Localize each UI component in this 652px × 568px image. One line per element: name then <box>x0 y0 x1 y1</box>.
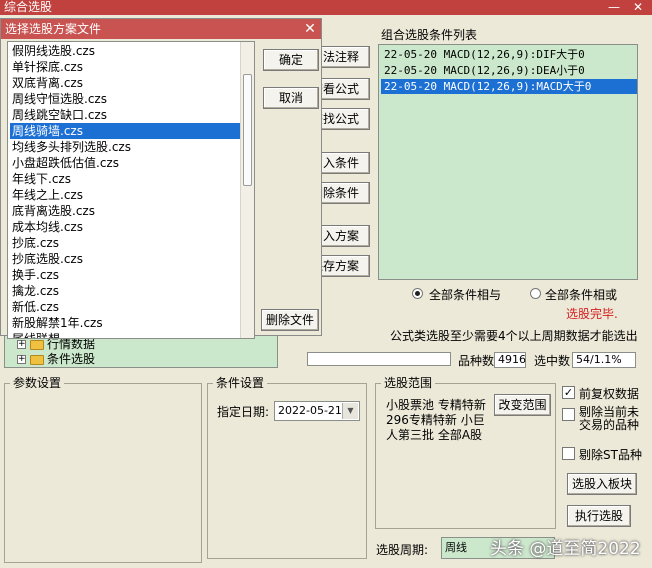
file-item[interactable]: 年线下.czs <box>10 171 240 187</box>
dialog-title: 选择选股方案文件 <box>5 22 102 36</box>
delete-file-button[interactable]: 删除文件 <box>261 309 319 331</box>
date-label: 指定日期: <box>217 405 270 419</box>
selected-value: 54/1.1% <box>572 352 636 368</box>
range-text: 小股票池 专精特新 296专精特新 小巨人第三批 全部A股 <box>386 398 486 442</box>
run-selection-button[interactable]: 执行选股 <box>567 505 631 527</box>
dialog-title-bar: 选择选股方案文件 <box>1 19 321 39</box>
date-picker[interactable]: 2022-05-21 ▼ <box>274 401 360 421</box>
count-label: 品种数 <box>458 354 495 368</box>
file-item[interactable]: 底背离选股.czs <box>10 203 240 219</box>
folder-icon <box>30 354 44 365</box>
condition-item[interactable]: 22-05-20 MACD(12,26,9):DEA小于0 <box>381 63 652 78</box>
pre-adjust-label: 前复权数据 <box>579 387 640 401</box>
file-item[interactable]: 假阴线选股.czs <box>10 43 240 59</box>
period-value: 周线 <box>445 541 467 554</box>
condition-list[interactable]: 22-05-20 MACD(12,26,9):DIF大于0 22-05-20 M… <box>378 44 638 280</box>
file-item[interactable]: 尾线联想 <box>10 331 240 338</box>
condition-list-title: 组合选股条件列表 <box>381 28 478 42</box>
file-item[interactable]: 均线多头排列选股.czs <box>10 139 240 155</box>
expand-icon[interactable]: + <box>17 340 26 349</box>
file-item[interactable]: 换手.czs <box>10 267 240 283</box>
all-or-label: 全部条件相或 <box>545 288 618 302</box>
tree-item-label: 行情数据 <box>47 337 96 351</box>
file-item[interactable]: 小盘超跌低估值.czs <box>10 155 240 171</box>
status-done: 选股完毕. <box>566 307 618 321</box>
chevron-down-icon[interactable]: ▼ <box>342 403 358 419</box>
close-icon[interactable]: ✕ <box>628 0 648 15</box>
tree-item-condition-select[interactable]: + 条件选股 <box>17 351 95 367</box>
folder-icon <box>30 339 44 350</box>
status-note: 公式类选股至少需要4个以上周期数据才能选出 <box>390 329 638 343</box>
count-value: 4916 <box>494 352 526 368</box>
file-list-scrollbar[interactable] <box>240 42 254 338</box>
range-title: 选股范围 <box>381 376 436 390</box>
scrollbar-thumb[interactable] <box>243 74 252 186</box>
dialog-close-icon[interactable]: ✕ <box>301 19 319 39</box>
file-item[interactable]: 擒龙.czs <box>10 283 240 299</box>
file-item[interactable]: 周线跳空缺口.czs <box>10 107 240 123</box>
all-and-radio[interactable] <box>412 288 423 299</box>
exclude-st-checkbox[interactable] <box>562 447 575 460</box>
file-item-selected[interactable]: 周线骑墙.czs <box>10 123 240 139</box>
app-title: 综合选股 <box>4 0 53 14</box>
file-item[interactable]: 抄底.czs <box>10 235 240 251</box>
plan-file-list[interactable]: 假阴线选股.czs 单针探底.czs 双底背离.czs 周线守恒选股.czs 周… <box>7 41 255 339</box>
file-item[interactable]: 新股解禁1年.czs <box>10 315 240 331</box>
file-item[interactable]: 成本均线.czs <box>10 219 240 235</box>
select-plan-dialog: 选择选股方案文件 ✕ 假阴线选股.czs 单针探底.czs 双底背离.czs 周… <box>0 18 322 339</box>
file-item[interactable]: 周线守恒选股.czs <box>10 91 240 107</box>
progress-bar <box>307 352 451 366</box>
cancel-button[interactable]: 取消 <box>263 87 319 109</box>
file-item[interactable]: 抄底选股.czs <box>10 251 240 267</box>
watermark: 头条 @道至简2022 <box>490 539 641 559</box>
tree-item-label: 条件选股 <box>47 352 96 366</box>
param-settings-group <box>4 383 202 563</box>
selected-label: 选中数 <box>534 354 571 368</box>
file-item[interactable]: 年线之上.czs <box>10 187 240 203</box>
condition-item[interactable]: 22-05-20 MACD(12,26,9):DIF大于0 <box>381 47 652 62</box>
minimize-button[interactable]: — <box>604 0 624 15</box>
file-item[interactable]: 单针探底.czs <box>10 59 240 75</box>
date-value: 2022-05-21 <box>278 404 342 417</box>
cond-settings-title: 条件设置 <box>213 376 268 390</box>
all-or-radio[interactable] <box>530 288 541 299</box>
all-and-label: 全部条件相与 <box>429 288 502 302</box>
exclude-delisted-label: 剔除当前未交易的品种 <box>579 405 640 432</box>
file-item[interactable]: 新低.czs <box>10 299 240 315</box>
expand-icon[interactable]: + <box>17 355 26 364</box>
period-label: 选股周期: <box>376 543 429 557</box>
pre-adjust-checkbox[interactable]: ✓ <box>562 386 575 399</box>
app-title-bar: 综合选股 <box>0 0 652 15</box>
change-range-button[interactable]: 改变范围 <box>494 394 551 416</box>
exclude-delisted-checkbox[interactable] <box>562 408 575 421</box>
exclude-st-label: 剔除ST品种 <box>579 448 642 462</box>
to-block-button[interactable]: 选股入板块 <box>567 473 637 495</box>
condition-item-selected[interactable]: 22-05-20 MACD(12,26,9):MACD大于0 <box>381 79 637 94</box>
param-settings-title: 参数设置 <box>10 376 65 390</box>
file-item[interactable]: 双底背离.czs <box>10 75 240 91</box>
ok-button[interactable]: 确定 <box>263 49 319 71</box>
